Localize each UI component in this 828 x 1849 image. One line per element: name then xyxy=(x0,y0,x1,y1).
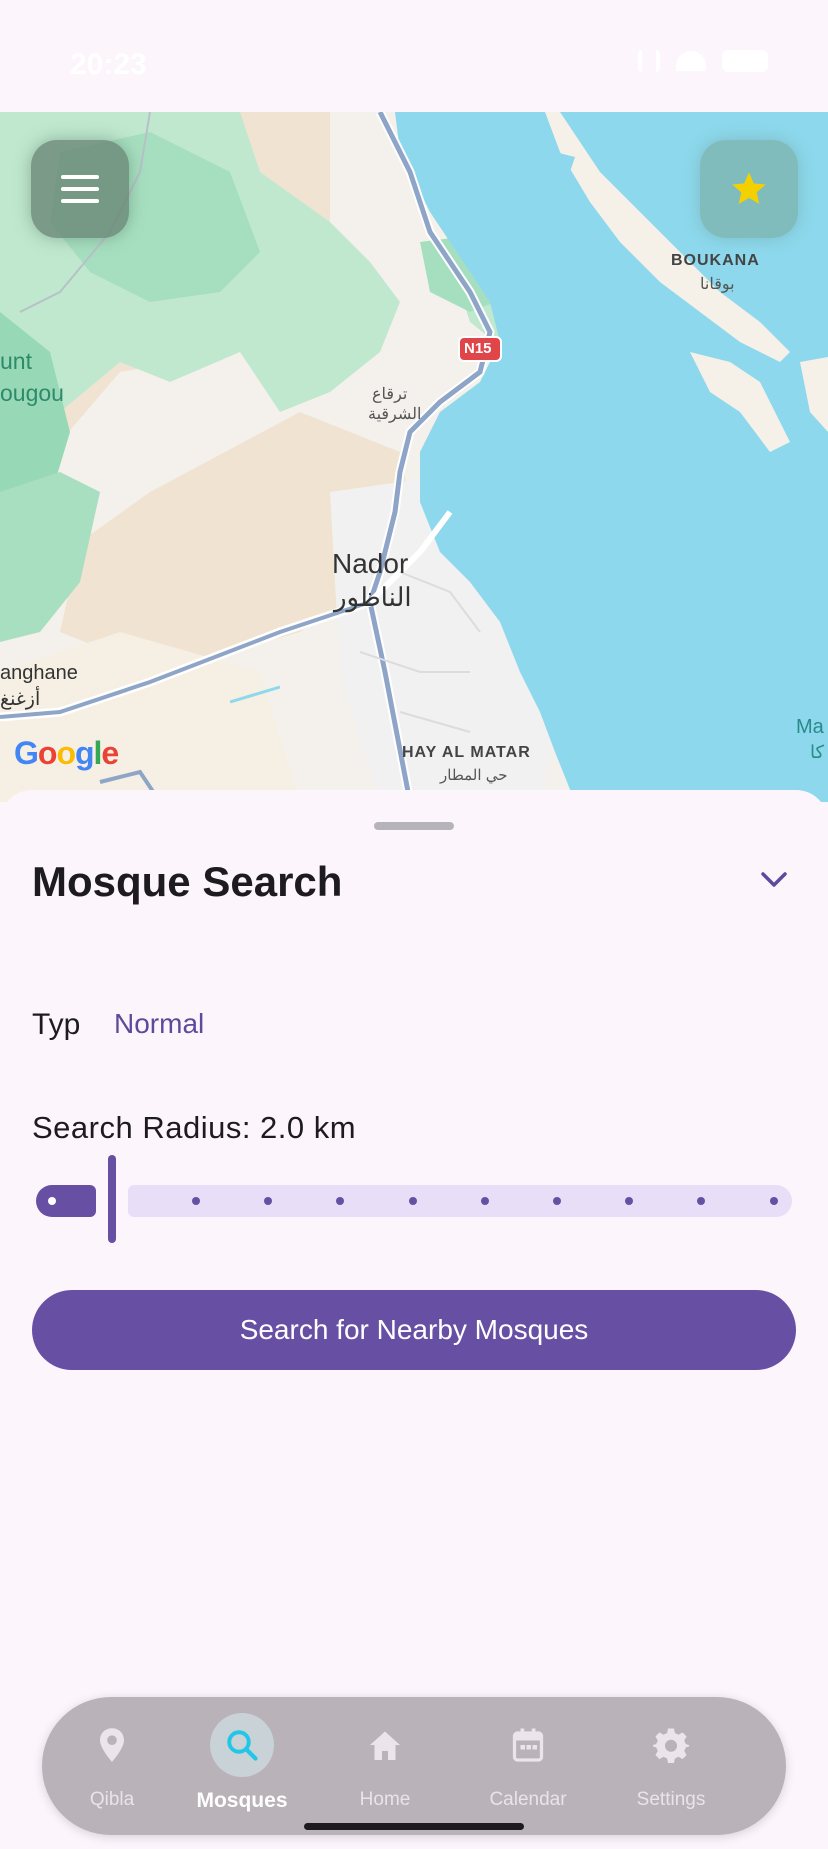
sheet-title: Mosque Search xyxy=(32,858,343,905)
slider-tick xyxy=(697,1197,705,1205)
map-label-sharqia-ar: الشرقية xyxy=(368,406,422,423)
nav-item-calendar[interactable]: Calendar xyxy=(458,1697,598,1835)
nav-label-settings: Settings xyxy=(636,1789,706,1810)
home-indicator[interactable] xyxy=(304,1823,524,1830)
map-label-nador: Nador xyxy=(332,548,409,579)
search-radius-label: Search Radius: 2.0 km xyxy=(32,1110,357,1145)
map-label-boukana-ar: بوقانا xyxy=(700,276,735,293)
nav-label-home: Home xyxy=(359,1789,411,1810)
map-label-mount-name: ougou xyxy=(0,380,64,406)
search-radius-slider[interactable] xyxy=(36,1155,792,1243)
map-label-mount: unt xyxy=(0,348,32,374)
map-label-nador-ar: الناظور xyxy=(334,582,412,612)
map-label-ma: Ma xyxy=(796,716,824,738)
sheet-drag-handle[interactable] xyxy=(374,822,454,830)
home-icon xyxy=(370,1731,400,1760)
map-label-tarquaa-ar: ترقاع xyxy=(372,386,408,403)
favorites-button[interactable] xyxy=(700,140,798,238)
battery-icon xyxy=(722,50,768,72)
nav-item-qibla[interactable]: Qibla xyxy=(42,1697,182,1835)
gear-icon xyxy=(653,1728,689,1763)
menu-icon xyxy=(61,175,99,203)
slider-tick xyxy=(264,1197,272,1205)
sim-icon xyxy=(638,50,660,72)
map-label-hay-al-matar: HAY AL MATAR xyxy=(402,744,531,761)
collapse-button[interactable] xyxy=(752,858,796,902)
calendar-icon xyxy=(512,1728,544,1762)
search-nearby-mosques-button[interactable]: Search for Nearby Mosques xyxy=(32,1290,796,1370)
google-logo: Google xyxy=(14,735,119,771)
status-time: 20:23 xyxy=(70,48,147,81)
slider-tick xyxy=(553,1197,561,1205)
mosque-search-sheet: Mosque Search Typ Normal Search Radius: … xyxy=(0,790,828,1849)
slider-tick xyxy=(625,1197,633,1205)
type-label: Typ xyxy=(32,1008,81,1041)
nav-item-settings[interactable]: Settings xyxy=(601,1697,741,1835)
nav-item-mosques[interactable]: Mosques xyxy=(172,1697,312,1835)
map-label-hay-al-matar-ar: حي المطار xyxy=(440,767,508,784)
slider-stop-dot xyxy=(48,1197,56,1205)
nav-item-home[interactable]: Home xyxy=(315,1697,455,1835)
nav-label-mosques: Mosques xyxy=(196,1789,288,1812)
nav-label-qibla: Qibla xyxy=(89,1789,135,1810)
map-label-road: N15 xyxy=(464,340,492,357)
map-label-boukana: BOUKANA xyxy=(671,252,760,269)
slider-tick xyxy=(192,1197,200,1205)
slider-tick xyxy=(409,1197,417,1205)
slider-active-track xyxy=(36,1185,96,1217)
map-label-azghanghane: anghane xyxy=(0,662,78,684)
status-bar: 20:23 xyxy=(0,0,828,112)
bottom-navigation: Qibla Mosques Home Calendar Settings xyxy=(42,1697,786,1835)
slider-tick xyxy=(770,1197,778,1205)
chevron-down-icon xyxy=(761,872,787,887)
menu-button[interactable] xyxy=(31,140,129,238)
nav-label-calendar: Calendar xyxy=(489,1789,567,1810)
slider-thumb[interactable] xyxy=(108,1155,116,1243)
type-selector[interactable]: Normal xyxy=(114,1008,204,1040)
wifi-icon xyxy=(676,51,706,71)
slider-tick xyxy=(481,1197,489,1205)
location-pin-icon xyxy=(100,1728,124,1762)
slider-inactive-track[interactable] xyxy=(128,1185,792,1217)
search-icon xyxy=(227,1730,258,1761)
slider-tick xyxy=(336,1197,344,1205)
map-label-azghanghane-ar: أزغنغ xyxy=(0,689,41,710)
star-icon xyxy=(732,172,766,204)
map-label-ma-ar: كا xyxy=(810,742,825,762)
